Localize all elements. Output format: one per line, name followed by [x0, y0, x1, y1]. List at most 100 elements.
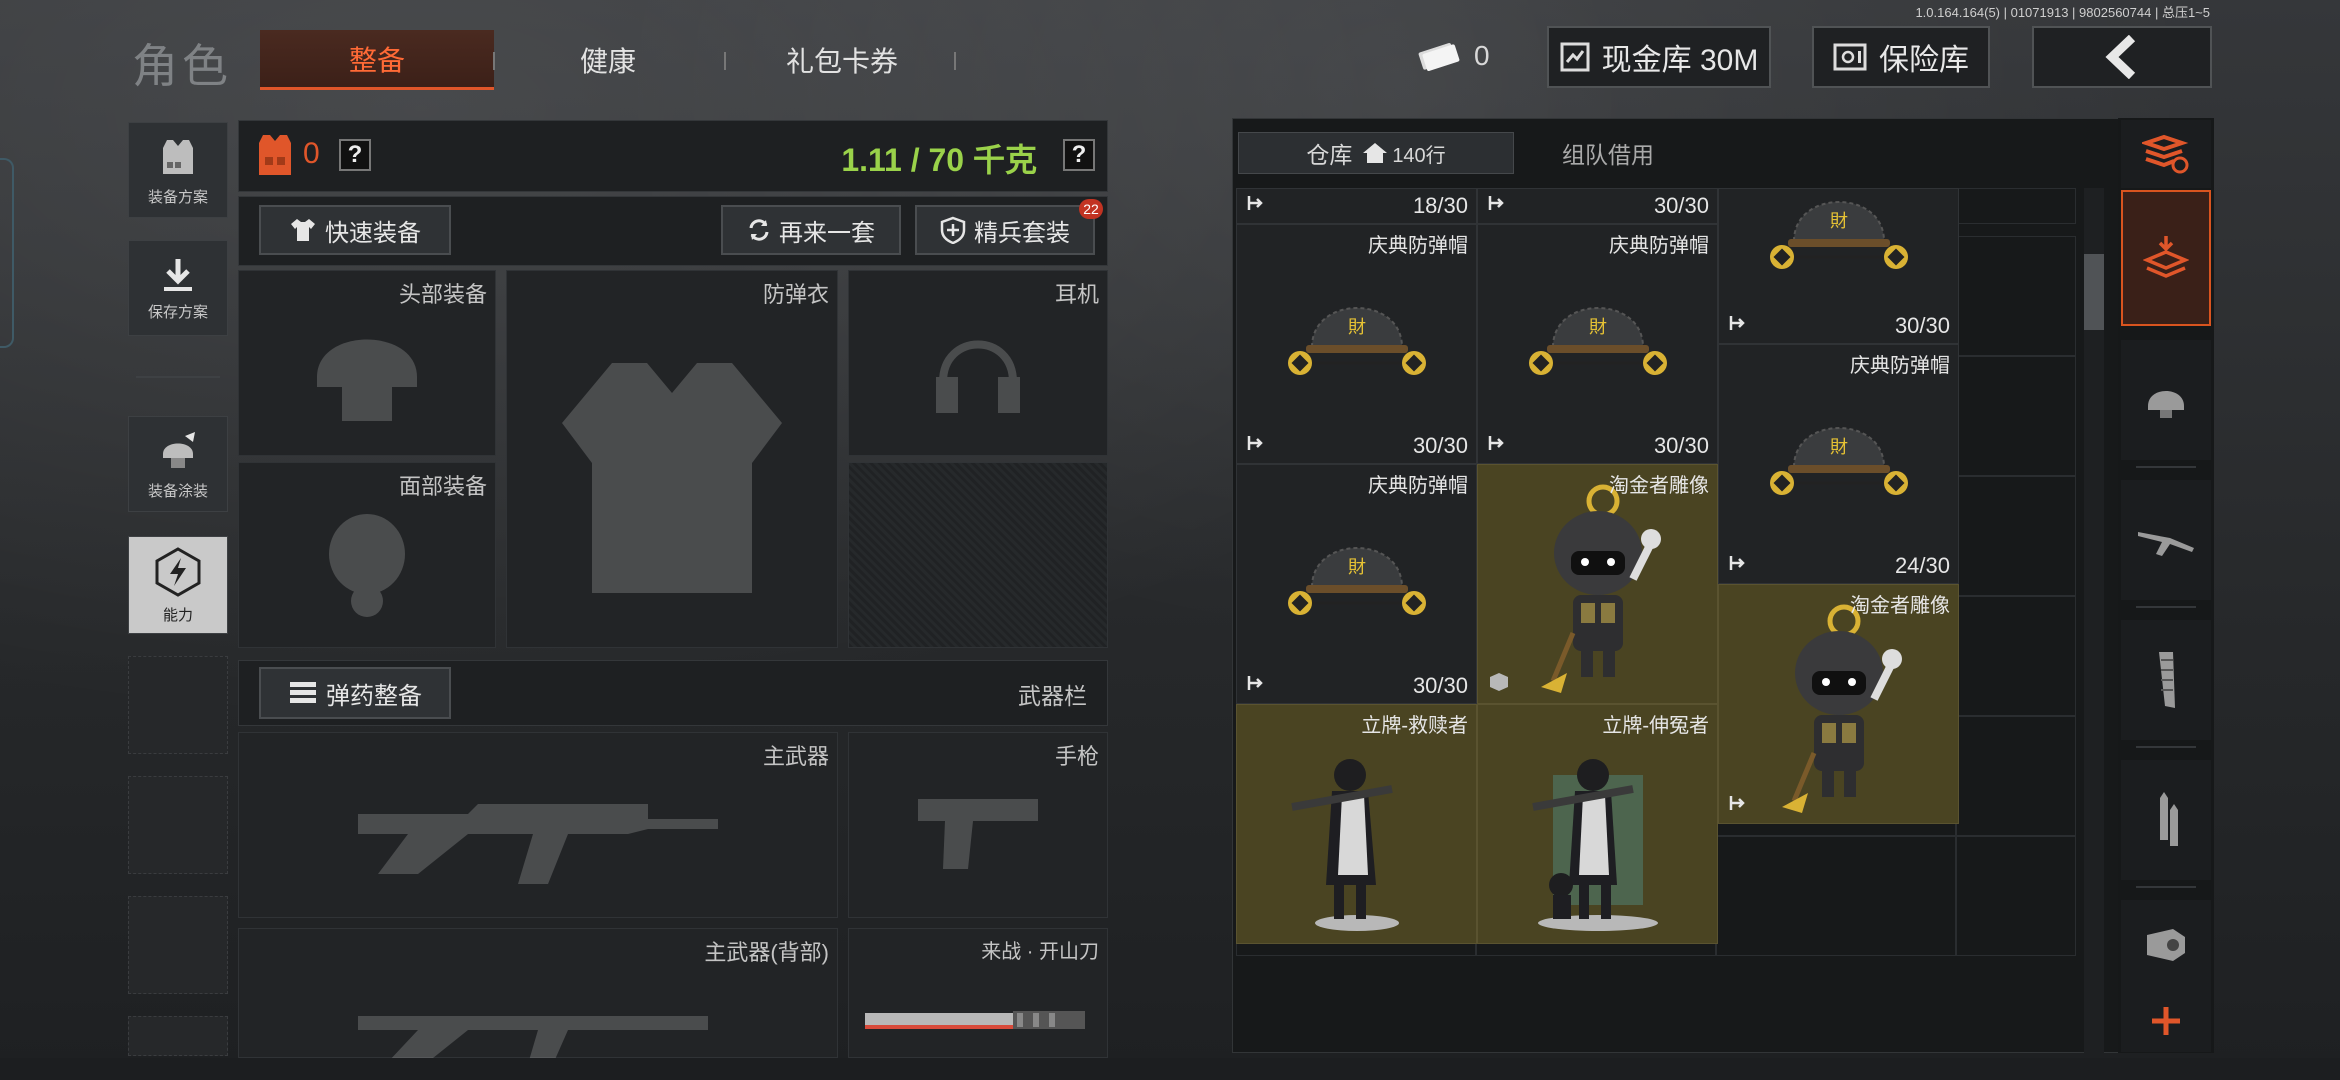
plus-icon [2152, 1007, 2180, 1035]
weight-help-button[interactable]: ? [1063, 139, 1095, 171]
storage-item[interactable]: 立牌-救赎者 [1236, 704, 1477, 944]
storage-empty-cell[interactable] [1956, 188, 2076, 224]
pistol-slot[interactable]: 手枪 [848, 732, 1108, 918]
storage-empty-cell[interactable] [1716, 836, 1956, 956]
quick-equip-button[interactable]: 快速装备 [259, 205, 451, 255]
storage-item[interactable]: 立牌-伸冤者 [1477, 704, 1718, 944]
vest-silhouette-icon [562, 362, 782, 593]
face-slot[interactable]: 面部装备 [238, 462, 496, 648]
storage-item-name: 淘金者雕像 [1850, 595, 1950, 617]
weapon-bar-label: 武器栏 [1018, 683, 1087, 709]
storage-item[interactable]: 財 30/30 [1718, 188, 1959, 344]
tab-team-borrow[interactable]: 组队借用 [1516, 132, 1700, 174]
filter-ammo-button[interactable] [2121, 760, 2211, 880]
lightning-icon [155, 546, 201, 597]
helmet-item-icon: 財 [1770, 201, 1908, 269]
armor-help-button[interactable]: ? [339, 139, 371, 171]
safe-icon [1833, 43, 1867, 71]
vest-slot[interactable]: 防弹衣 [506, 270, 838, 648]
safe-button[interactable]: 保险库 [1812, 26, 1990, 88]
rail-paint[interactable]: 装备涂装 [128, 416, 228, 512]
filter-all-button[interactable] [2121, 190, 2211, 326]
svg-text:財: 財 [1830, 211, 1848, 232]
rail-loadout-plan-label: 装备方案 [147, 188, 208, 206]
rifle-icon [2138, 532, 2194, 556]
earphone-slot[interactable]: 耳机 [848, 270, 1108, 456]
storage-item-name: 庆典防弹帽 [1368, 475, 1468, 497]
storage-item-tag [1729, 794, 1747, 817]
helmet-item-icon: 財 [1529, 307, 1667, 375]
storage-item-tag [1247, 194, 1265, 217]
rail-loadout-plan[interactable]: 装备方案 [128, 122, 228, 218]
melee-slot[interactable]: 来战 · 开山刀 [848, 928, 1108, 1058]
tab-health[interactable]: 健康 [496, 30, 720, 90]
head-slot[interactable]: 头部装备 [238, 270, 496, 456]
storage-empty-cell[interactable] [1956, 476, 2076, 596]
primary-weapon-slot[interactable]: 主武器 [238, 732, 838, 918]
exit-icon [1729, 556, 1745, 570]
filter-sort-button[interactable] [2121, 120, 2211, 188]
help-glyph: ? [347, 141, 363, 168]
rail-empty-slot [128, 896, 228, 994]
exit-icon [1729, 796, 1745, 810]
refresh-icon [749, 219, 769, 241]
locked-slot [848, 462, 1108, 648]
tab-warehouse[interactable]: 仓库 140行 [1238, 132, 1514, 174]
helmet-icon [2148, 391, 2184, 418]
chevron-left-icon [2105, 35, 2136, 79]
scope-icon [2147, 929, 2185, 961]
rail-divider [136, 376, 220, 378]
storage-item-tag [1247, 674, 1265, 697]
back-weapon-slot[interactable]: 主武器(背部) [238, 928, 838, 1065]
vest-icon [163, 139, 193, 174]
rail-ability[interactable]: 能力 [128, 536, 228, 634]
back-button[interactable] [2032, 26, 2212, 88]
filter-attachment-button[interactable] [2121, 900, 2211, 990]
armor-count: 0 [303, 137, 320, 170]
shirt-icon [291, 219, 315, 241]
pistol-silhouette-icon [918, 799, 1038, 870]
svg-text:財: 財 [1830, 437, 1848, 458]
ammo-button[interactable]: 弹药整备 [259, 667, 451, 719]
tab-gift-label: 礼包卡券 [785, 46, 898, 77]
exit-icon [1247, 436, 1263, 450]
storage-item[interactable]: 淘金者雕像 [1718, 584, 1959, 824]
cash-vault-button[interactable]: 现金库 30M [1547, 26, 1771, 88]
exit-icon [1247, 676, 1263, 690]
storage-item-count: 30/30 [1412, 673, 1468, 698]
storage-item[interactable]: 淘金者雕像 [1477, 464, 1718, 704]
storage-item[interactable]: 財 庆典防弹帽 30/30 [1236, 224, 1477, 464]
version-string: 1.0.164.164(5) | 01071913 | 9802560744 |… [1915, 5, 2210, 20]
storage-empty-cell[interactable] [1956, 716, 2076, 836]
redo-set-button[interactable]: 再来一套 [721, 205, 901, 255]
weight-readout: 1.11 / 70 千克 [841, 142, 1037, 178]
storage-empty-cell[interactable] [1956, 356, 2076, 476]
safe-label: 保险库 [1879, 44, 1969, 77]
storage-item[interactable]: 財 庆典防弹帽 30/30 [1236, 464, 1477, 704]
storage-scrollbar-track[interactable] [2084, 188, 2104, 1054]
filter-helmet-button[interactable] [2121, 340, 2211, 460]
storage-empty-cell[interactable] [1956, 596, 2076, 716]
storage-item[interactable]: 財 庆典防弹帽 24/30 [1718, 344, 1959, 584]
filter-rifle-button[interactable] [2121, 480, 2211, 600]
filter-magazine-button[interactable] [2121, 620, 2211, 740]
add-button[interactable] [2121, 990, 2211, 1052]
svg-text:財: 財 [1348, 557, 1366, 578]
head-slot-label: 头部装备 [398, 282, 487, 307]
storage-item[interactable]: 18/30 [1236, 188, 1477, 224]
storage-item[interactable]: 財 庆典防弹帽 30/30 [1477, 224, 1718, 464]
tab-equip[interactable]: 整备 [260, 30, 494, 90]
storage-empty-cell[interactable] [1956, 836, 2076, 956]
drawer-handle[interactable] [0, 158, 14, 348]
storage-empty-cell[interactable] [1956, 236, 2076, 356]
elite-set-button[interactable]: 精兵套装 [915, 205, 1095, 255]
rail-ability-label: 能力 [162, 606, 193, 624]
tab-health-label: 健康 [579, 46, 636, 77]
tab-gift[interactable]: 礼包卡券 [730, 30, 954, 90]
storage-scrollbar-thumb[interactable] [2084, 254, 2104, 330]
rail-save-plan[interactable]: 保存方案 [128, 240, 228, 336]
tab-divider [724, 52, 726, 70]
helmet-item-icon: 財 [1288, 307, 1426, 375]
storage-item[interactable]: 30/30 [1477, 188, 1718, 224]
box-icon [1490, 673, 1508, 691]
